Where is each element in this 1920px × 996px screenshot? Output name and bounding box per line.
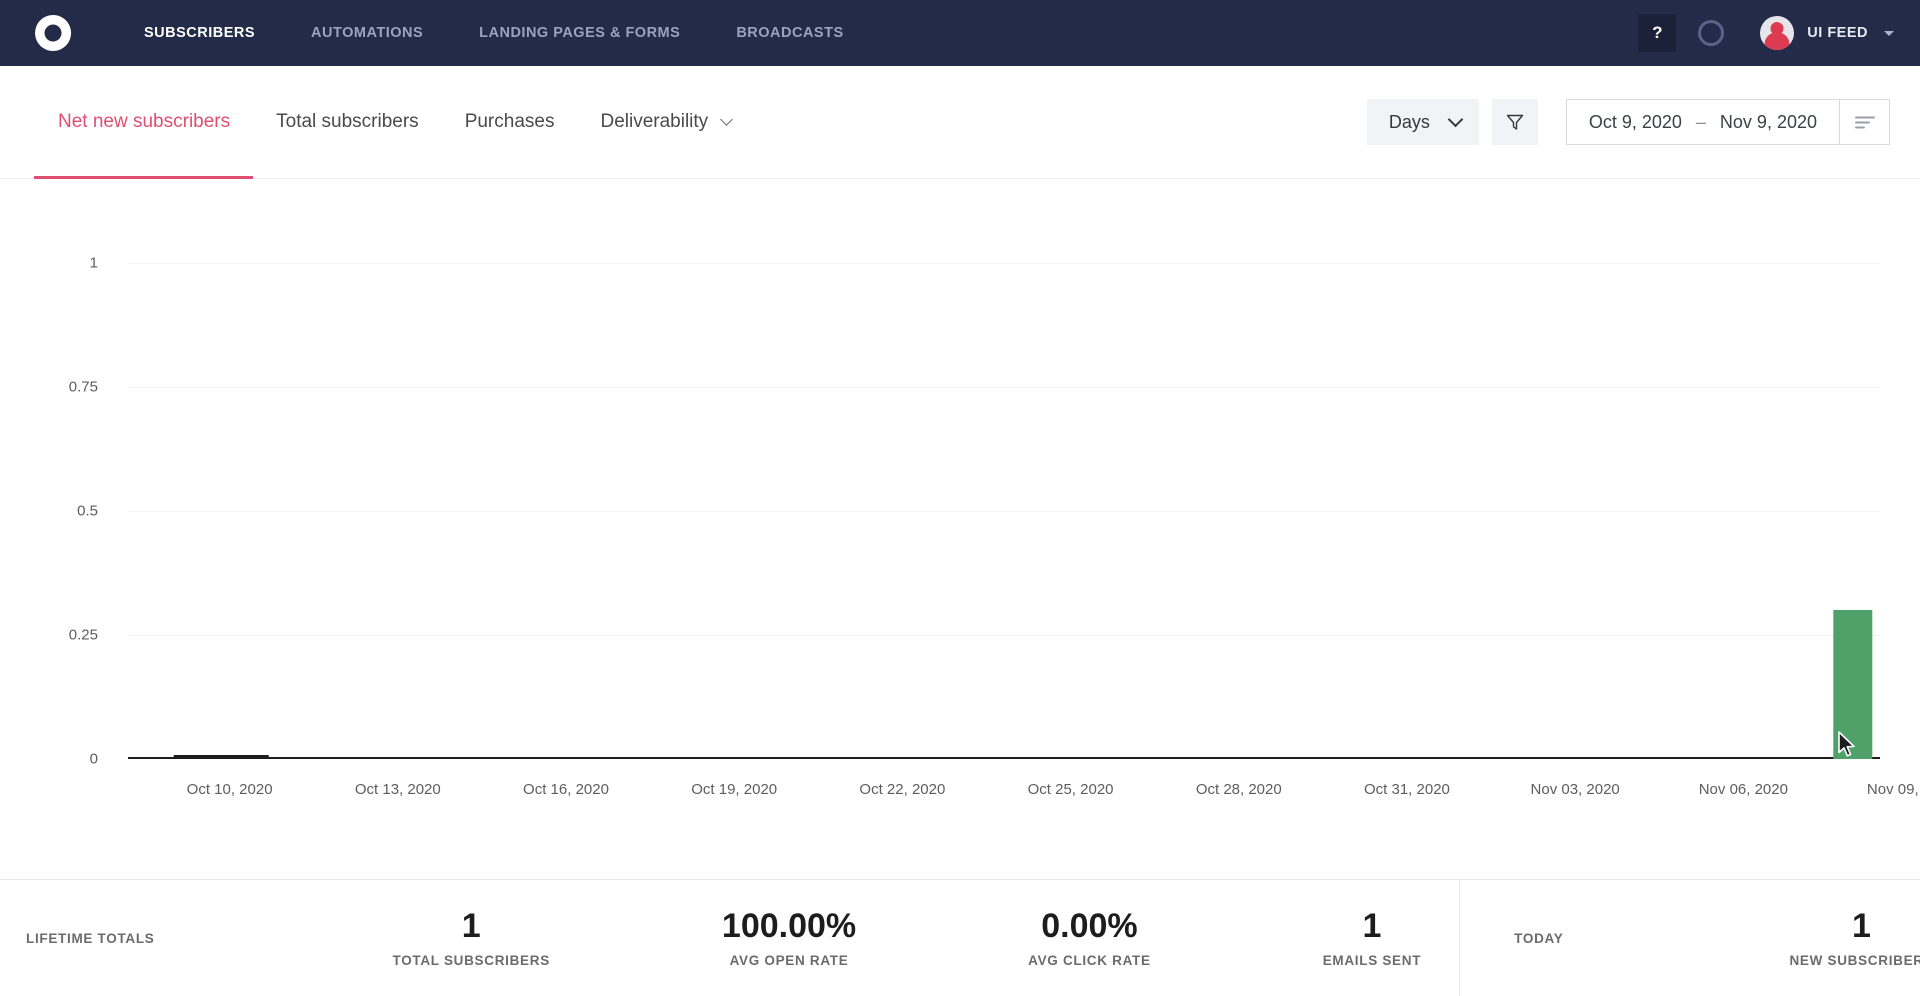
funnel-filter-icon <box>1506 114 1524 130</box>
chevron-down-icon <box>720 113 734 126</box>
chart-bar[interactable] <box>173 755 269 759</box>
chart-bar[interactable] <box>1832 610 1873 759</box>
y-axis-tick-label: 1 <box>89 254 98 272</box>
nav-item-subscribers[interactable]: SUBSCRIBERS <box>116 0 283 66</box>
y-axis-tick-label: 0 <box>89 750 98 768</box>
y-axis-tick-label: 0.75 <box>68 378 98 396</box>
tab-purchases[interactable]: Purchases <box>442 66 578 179</box>
tab-label: Purchases <box>464 111 555 132</box>
stat-item: 1 NEW SUBSCRIBERS <box>1751 906 1920 969</box>
x-axis-tick-label: Oct 22, 2020 <box>859 781 946 798</box>
chart-gridline <box>128 511 1880 512</box>
nav-item-broadcasts[interactable]: BROADCASTS <box>708 0 871 66</box>
stat-caption: EMAILS SENT <box>1322 953 1422 969</box>
date-range-separator: – <box>1695 111 1706 132</box>
stat-item: 100.00% AVG OPEN RATE <box>684 906 894 969</box>
lifetime-totals-section: LIFETIME TOTALS 1 TOTAL SUBSCRIBERS 100.00… <box>0 880 1461 996</box>
stat-value: 1 <box>1362 906 1382 945</box>
stat-caption: AVG CLICK RATE <box>1028 953 1151 969</box>
date-range-start: Oct 9, 2020 <box>1588 111 1682 132</box>
x-axis-tick-label: Oct 16, 2020 <box>523 781 609 798</box>
stat-value: 1 <box>1852 906 1871 945</box>
x-axis-tick-label: Oct 28, 2020 <box>1195 781 1282 798</box>
account-name: UI FEED <box>1807 25 1868 41</box>
lifetime-stat-group: 1 TOTAL SUBSCRIBERS 100.00% AVG OPEN RATE 0.… <box>355 906 1460 969</box>
today-stat-group: 1 NEW SUBSCRIBERS <box>1751 906 1920 969</box>
stat-value: 0.00% <box>1041 906 1138 945</box>
report-tabs: Net new subscribers Total subscribers Pu… <box>34 66 754 179</box>
nav-item-landing-pages-and-forms[interactable]: LANDING PAGES & FORMS <box>451 0 708 66</box>
chart-gridline <box>128 635 1880 636</box>
report-tab-bar: Net new subscribers Total subscribers Pu… <box>0 66 1920 179</box>
stat-caption: AVG OPEN RATE <box>729 953 849 969</box>
stat-item: 1 EMAILS SENT <box>1285 906 1459 969</box>
y-axis-tick-label: 0.5 <box>77 502 98 520</box>
lifetime-totals-label: LIFETIME TOTALS <box>26 930 155 946</box>
account-menu[interactable]: UI FEED <box>1760 16 1894 50</box>
x-axis-tick-label: Oct 19, 2020 <box>691 781 778 798</box>
chart-area: 0 0.25 0.5 0.75 1 Oct 10, 2020 Oct 13, 2020 Oct… <box>0 179 1920 879</box>
date-range-picker: Oct 9, 2020 – Nov 9, 2020 <box>1565 99 1890 145</box>
report-controls: Days Oct 9, 2020 – Nov 9, 2020 <box>1366 99 1890 145</box>
avatar <box>1760 16 1795 50</box>
today-label: TODAY <box>1514 930 1564 946</box>
x-axis-tick-label: Oct 10, 2020 <box>186 781 273 798</box>
chart-baseline <box>128 757 1880 759</box>
y-axis-tick-label: 0.25 <box>68 626 98 644</box>
nav-item-automations[interactable]: AUTOMATIONS <box>283 0 451 66</box>
stat-value: 100.00% <box>721 906 857 945</box>
stat-caption: TOTAL SUBSCRIBERS <box>392 953 550 969</box>
x-axis-tick-label: Oct 13, 2020 <box>354 781 441 798</box>
granularity-label: Days <box>1388 111 1430 132</box>
caret-down-icon <box>1884 30 1894 36</box>
status-ring-icon[interactable] <box>1698 20 1725 46</box>
tab-total-subscribers[interactable]: Total subscribers <box>253 66 442 179</box>
tab-label: Total subscribers <box>276 111 419 132</box>
granularity-select[interactable]: Days <box>1366 99 1479 145</box>
stat-value: 1 <box>461 906 481 945</box>
convertkit-logo-icon[interactable] <box>30 10 76 56</box>
top-navigation-bar: SUBSCRIBERS AUTOMATIONS LANDING PAGES & … <box>0 0 1920 66</box>
x-axis-tick-label: Oct 31, 2020 <box>1364 781 1450 798</box>
x-axis-tick-label: Nov 03, 2020 <box>1530 781 1620 798</box>
tab-label: Deliverability <box>600 111 709 132</box>
tab-label: Net new subscribers <box>58 111 231 132</box>
tab-net-new-subscribers[interactable]: Net new subscribers <box>34 66 254 179</box>
net-new-subscribers-bar-chart[interactable]: 0 0.25 0.5 0.75 1 Oct 10, 2020 Oct 13, 2020 Oct… <box>69 255 1920 799</box>
chevron-down-icon <box>1447 111 1464 127</box>
nav-right-controls: ? UI FEED <box>1638 14 1894 52</box>
stat-caption: NEW SUBSCRIBERS <box>1789 953 1920 969</box>
date-range-menu-button[interactable] <box>1839 100 1889 144</box>
x-axis-tick-label: Nov 09, 2020 <box>1866 781 1920 798</box>
help-button[interactable]: ? <box>1638 14 1677 52</box>
chart-gridline <box>128 387 1880 388</box>
primary-nav-items: SUBSCRIBERS AUTOMATIONS LANDING PAGES & … <box>116 0 872 66</box>
date-range-end: Nov 9, 2020 <box>1719 111 1817 132</box>
stat-item: 1 TOTAL SUBSCRIBERS <box>355 906 588 969</box>
x-axis-tick-label: Oct 25, 2020 <box>1027 781 1114 798</box>
stats-footer: LIFETIME TOTALS 1 TOTAL SUBSCRIBERS 100.00… <box>0 879 1920 996</box>
filter-button[interactable] <box>1491 99 1538 145</box>
stat-item: 0.00% AVG CLICK RATE <box>990 906 1189 969</box>
today-section: TODAY 1 NEW SUBSCRIBERS <box>1460 880 1920 996</box>
chart-gridline <box>128 263 1880 264</box>
x-axis-tick-label: Nov 06, 2020 <box>1698 781 1788 798</box>
date-range-input[interactable]: Oct 9, 2020 – Nov 9, 2020 <box>1567 100 1839 144</box>
tab-deliverability[interactable]: Deliverability <box>577 66 754 179</box>
list-lines-icon <box>1854 116 1875 129</box>
